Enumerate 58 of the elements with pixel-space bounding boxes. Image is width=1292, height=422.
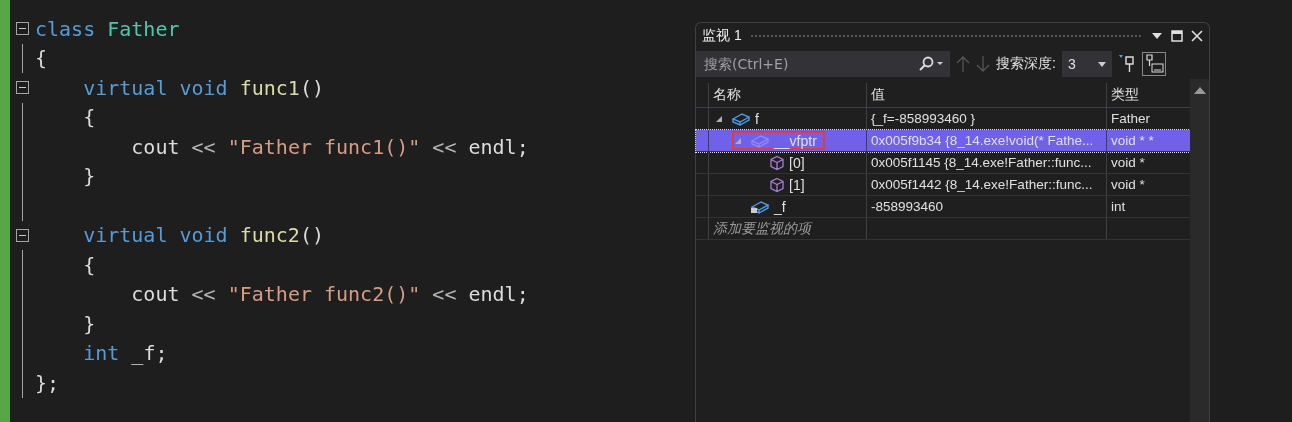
cube-icon [769, 154, 785, 171]
column-header[interactable]: 值 [866, 83, 1106, 107]
watch-row[interactable]: __vfptr 0x005f9b34 {8_14.exe!void(* Fathe... void * * [696, 130, 1190, 152]
watch-row[interactable]: [1] 0x005f1442 {8_14.exe!Father::func... void * [696, 174, 1190, 196]
code-line: cout << "Father func2()" << endl; [130, 282, 529, 307]
pin-icon[interactable] [1117, 54, 1136, 74]
code-line: cout << "Father func1()" << endl; [130, 134, 529, 159]
variable-type: void * * [1111, 133, 1154, 148]
code-line: virtual void func1() [82, 75, 324, 100]
variable-value: -858993460 [871, 199, 944, 214]
code-line: int _f; [82, 341, 168, 366]
search-icon[interactable] [918, 56, 944, 72]
depth-label: 搜索深度: [996, 55, 1056, 73]
variable-type: void * [1111, 155, 1145, 170]
variable-value: {_f=-858993460 } [871, 111, 975, 126]
variable-name: [0] [789, 154, 805, 171]
variable-value: 0x005f1442 {8_14.exe!Father::func... [871, 177, 1093, 192]
variable-name: [1] [789, 176, 805, 193]
pin-text-icon[interactable] [1141, 52, 1166, 76]
add-watch-placeholder[interactable]: 添加要监视的项 [713, 219, 811, 238]
locked-field-icon [750, 198, 770, 215]
caret-icon[interactable] [1097, 61, 1106, 67]
watch-row[interactable]: [0] 0x005f1145 {8_14.exe!Father::func... void * [696, 152, 1190, 174]
column-header[interactable]: 名称 [708, 83, 866, 107]
code-line: }; [35, 370, 60, 395]
class-icon [750, 132, 770, 149]
depth-select[interactable]: 3 [1061, 51, 1112, 77]
variable-name: __vfptr [774, 132, 817, 149]
code-line: } [82, 164, 96, 189]
variable-type: Father [1111, 111, 1151, 126]
code-line: { [82, 105, 96, 130]
variable-value: 0x005f9b34 {8_14.exe!void(* Fathe... [871, 133, 1094, 148]
expand-arrow-icon[interactable] [715, 114, 723, 123]
code-line: { [35, 46, 48, 71]
collapse-icon[interactable] [16, 228, 29, 242]
panel-title: 监视 1 [702, 27, 742, 45]
class-icon [731, 110, 751, 127]
scrollbar[interactable] [1190, 79, 1209, 422]
watch-row[interactable]: _f -858993460 int [696, 196, 1190, 218]
maximize-icon[interactable] [1171, 30, 1183, 42]
cube-icon [769, 176, 785, 193]
variable-value: 0x005f1145 {8_14.exe!Father::func... [871, 155, 1092, 170]
search-input[interactable]: 搜索(Ctrl+E) [702, 55, 918, 73]
close-icon[interactable] [1191, 30, 1203, 42]
column-header[interactable]: 类型 [1106, 83, 1187, 107]
search-field[interactable]: 搜索(Ctrl+E) [696, 51, 950, 77]
code-line: } [82, 311, 96, 336]
variable-type: void * [1111, 177, 1145, 192]
code-line: { [82, 252, 96, 277]
variable-type: int [1111, 199, 1126, 214]
variable-name: f [755, 110, 759, 127]
collapse-icon[interactable] [16, 22, 29, 36]
collapse-icon[interactable] [16, 81, 29, 95]
code-line: virtual void func2() [82, 223, 324, 248]
code-line: class Father [35, 16, 180, 41]
variable-name: _f [774, 198, 786, 215]
dropdown-icon[interactable] [1151, 32, 1163, 40]
scroll-up-icon[interactable] [1193, 87, 1206, 94]
